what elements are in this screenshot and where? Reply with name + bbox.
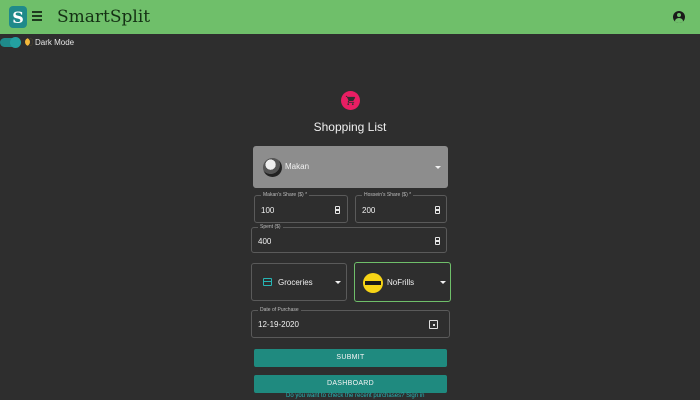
makan-share-field[interactable]: Makan's Share ($) * 100 — [254, 191, 348, 223]
hossein-share-label: Hossein's Share ($) * — [362, 191, 414, 199]
dashboard-button[interactable]: DASHBOARD — [254, 375, 447, 393]
date-of-purchase-field[interactable]: Date of Purchase 12-19-2020 — [251, 306, 450, 338]
chevron-down-icon — [335, 281, 341, 284]
number-spinner-icon[interactable] — [335, 206, 340, 214]
store-select[interactable]: NoFrills — [354, 262, 451, 302]
moon-icon — [25, 38, 33, 46]
makan-share-value[interactable]: 100 — [261, 206, 274, 215]
number-spinner-icon[interactable] — [435, 206, 440, 214]
app-logo[interactable]: S — [9, 6, 27, 28]
chevron-down-icon — [435, 166, 441, 169]
store-logo — [363, 273, 383, 293]
hamburger-menu-icon[interactable] — [32, 11, 42, 21]
user-avatar — [263, 158, 282, 177]
spent-value[interactable]: 400 — [258, 237, 271, 246]
number-spinner-icon[interactable] — [435, 237, 440, 245]
category-select[interactable]: Groceries — [251, 263, 347, 301]
dark-mode-toggle-knob[interactable] — [10, 37, 21, 48]
submit-button[interactable]: SUBMIT — [254, 349, 447, 367]
page-title: Shopping List — [313, 120, 387, 134]
date-value[interactable]: 12-19-2020 — [258, 320, 299, 329]
store-value: NoFrills — [387, 278, 415, 287]
app-title: SmartSplit — [57, 7, 151, 27]
hossein-share-field[interactable]: Hossein's Share ($) * 200 — [355, 191, 447, 223]
dark-mode-label: Dark Mode — [35, 38, 75, 47]
shopping-cart-icon — [341, 91, 360, 110]
category-value: Groceries — [278, 278, 313, 287]
credit-card-icon — [263, 278, 272, 286]
payer-select[interactable]: Makan — [253, 146, 448, 188]
account-circle-icon[interactable] — [673, 11, 685, 23]
date-label: Date of Purchase — [258, 306, 301, 314]
hossein-share-value[interactable]: 200 — [362, 206, 375, 215]
spent-field[interactable]: Spent ($) 400 — [251, 223, 447, 253]
chevron-down-icon — [440, 281, 446, 284]
recent-purchases-link[interactable]: Do you want to check the recent purchase… — [286, 393, 424, 399]
spent-label: Spent ($) — [258, 223, 283, 231]
app-bar: S SmartSplit — [0, 0, 700, 34]
makan-share-label: Makan's Share ($) * — [261, 191, 310, 199]
payer-select-value: Makan — [285, 162, 310, 171]
calendar-icon[interactable] — [429, 320, 438, 329]
